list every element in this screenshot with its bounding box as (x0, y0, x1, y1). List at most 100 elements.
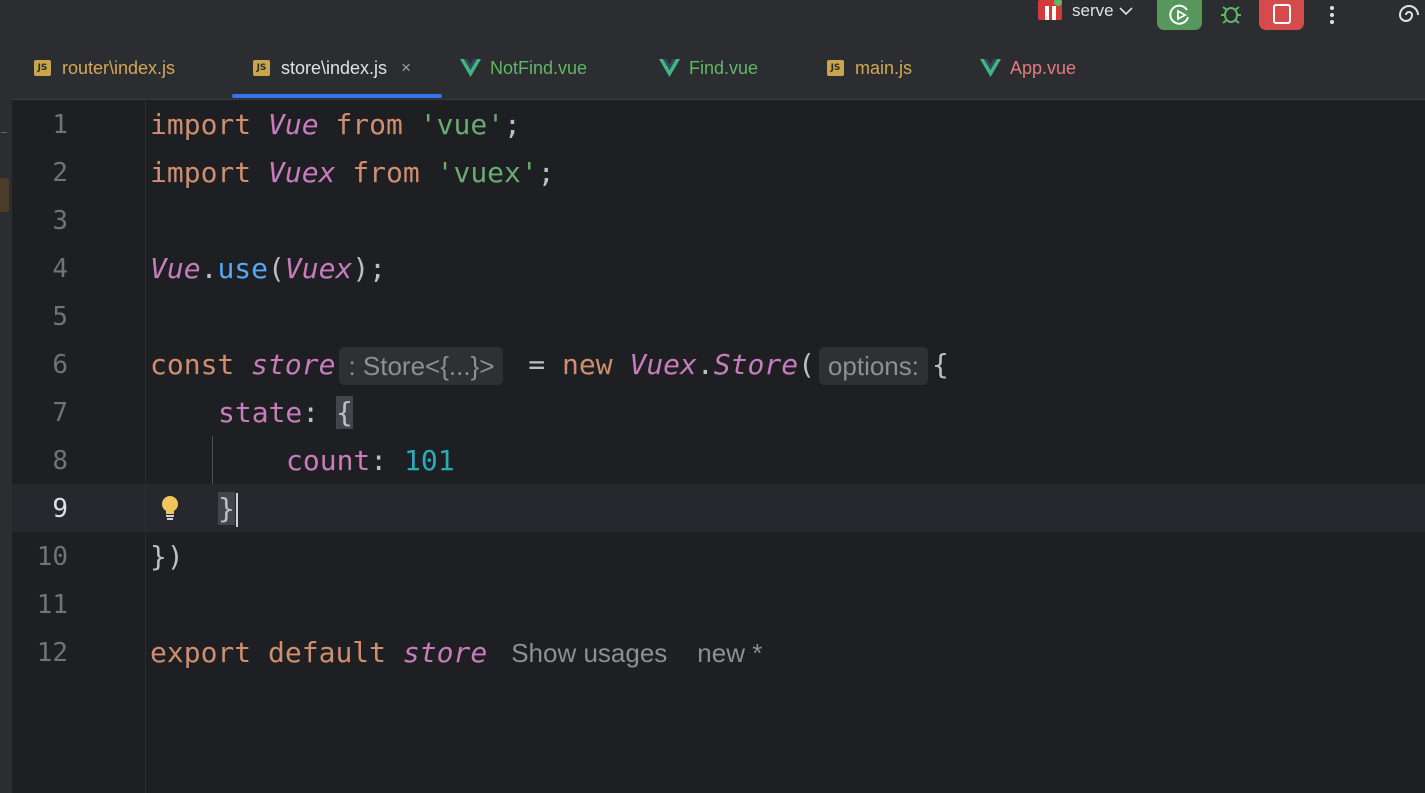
tab-label: main.js (855, 57, 913, 78)
line-number: 8 (52, 446, 68, 476)
spiral-icon (1398, 5, 1419, 22)
author-hint[interactable]: new * (697, 638, 762, 668)
editor-tab-bar: JS router\index.js JS store\index.js × N… (12, 36, 1425, 100)
rerun-icon (1168, 4, 1189, 25)
line-number: 1 (52, 110, 68, 140)
keyword: from (352, 156, 420, 189)
tab-router-index-js[interactable]: JS router\index.js (34, 36, 175, 100)
indent-guide (212, 436, 213, 484)
keyword: new (562, 348, 613, 381)
identifier: Vuex (284, 252, 353, 285)
npm-config-icon (1036, 0, 1062, 22)
identifier: Vue (150, 252, 201, 285)
js-file-icon: JS (253, 60, 270, 76)
identifier: store (402, 636, 488, 669)
code-line-1: import Vue from 'vue'; (150, 101, 521, 149)
tab-label: NotFind.vue (490, 57, 588, 78)
matched-brace: { (336, 396, 353, 429)
punctuation: . (696, 348, 714, 381)
tab-main-js[interactable]: JS main.js (827, 36, 912, 100)
js-file-icon: JS (34, 60, 51, 76)
punctuation: ; (537, 156, 555, 189)
method-call: use (217, 252, 269, 285)
line-number: 3 (52, 206, 68, 236)
tab-label: Find.vue (689, 57, 759, 78)
line-number: 4 (52, 254, 68, 284)
run-config-label: serve (1072, 1, 1114, 20)
punctuation: ; (504, 108, 521, 141)
more-vertical-icon (1330, 6, 1334, 24)
gutter-separator (145, 101, 146, 793)
tab-label: App.vue (1010, 57, 1077, 78)
punctuation: : (370, 444, 405, 477)
active-tab-indicator (232, 94, 442, 98)
property-name: count (286, 444, 371, 477)
keyword: export (150, 636, 252, 669)
punctuation: . (200, 252, 218, 285)
tab-label: router\index.js (62, 57, 176, 78)
stop-button[interactable] (1259, 0, 1304, 30)
ai-assistant-button[interactable] (1392, 0, 1425, 30)
chevron-down-icon (1119, 7, 1133, 16)
code-editor[interactable]: 1 2 3 4 5 6 7 8 9 10 11 12 import Vue fr… (12, 101, 1425, 793)
tab-notfind-vue[interactable]: NotFind.vue (460, 36, 587, 100)
class-name: Store (713, 348, 799, 381)
keyword: import (150, 108, 252, 141)
identifier: store (251, 348, 336, 381)
run-configuration-selector[interactable]: serve (1036, 0, 1134, 22)
run-button[interactable] (1157, 0, 1202, 30)
number-literal: 101 (404, 444, 455, 477)
code-line-4: Vue.use(Vuex); (150, 245, 386, 293)
bug-icon (1221, 6, 1241, 24)
punctuation: ( (798, 348, 815, 381)
code-line-2: import Vuex from 'vuex'; (150, 149, 555, 197)
text-caret (235, 493, 238, 527)
matched-brace: } (218, 492, 235, 525)
keyword: const (150, 348, 235, 381)
line-number: 12 (36, 638, 68, 668)
punctuation: ); (352, 252, 387, 285)
tab-store-index-js[interactable]: JS store\index.js × (253, 36, 411, 100)
punctuation: = (511, 348, 563, 381)
property-name: state (218, 396, 303, 429)
debug-button[interactable] (1213, 0, 1249, 30)
vue-file-icon (460, 59, 481, 77)
show-usages-hint[interactable]: Show usages (511, 638, 667, 668)
close-tab-icon[interactable]: × (401, 58, 411, 78)
keyword: default (268, 636, 387, 669)
punctuation: { (932, 348, 949, 381)
tab-app-vue[interactable]: App.vue (980, 36, 1076, 100)
line-number: 6 (52, 350, 68, 380)
line-number-current: 9 (52, 494, 68, 524)
identifier: Vuex (268, 156, 336, 189)
tab-find-vue[interactable]: Find.vue (659, 36, 758, 100)
gutter-change-marker (0, 178, 9, 212)
code-line-7: state: { (218, 389, 353, 437)
line-number: 2 (52, 158, 68, 188)
punctuation: ( (268, 252, 285, 285)
identifier: Vuex (629, 348, 697, 381)
code-line-12: export default store Show usages new * (150, 629, 762, 677)
line-number: 7 (52, 398, 68, 428)
more-actions-button[interactable] (1318, 0, 1346, 30)
stop-icon (1272, 4, 1291, 24)
line-number: 11 (36, 590, 68, 620)
keyword: from (335, 108, 403, 141)
vue-file-icon (980, 59, 1001, 77)
keyword: import (150, 156, 252, 189)
code-line-9: } (218, 485, 238, 533)
identifier: Vue (268, 108, 319, 141)
type-inlay-hint[interactable]: : Store<{...}> (339, 347, 504, 385)
tab-label: store\index.js (281, 57, 388, 78)
collapsed-panel-marker: _ (1, 119, 7, 133)
code-line-6: const store: Store<{...}> = new Vuex.Sto… (150, 341, 949, 389)
left-tool-strip: _ (0, 36, 12, 793)
parameter-inlay-hint[interactable]: options: (818, 347, 928, 385)
line-number: 10 (36, 542, 68, 572)
js-file-icon: JS (827, 60, 844, 76)
string-literal: 'vuex' (436, 156, 538, 189)
vue-file-icon (659, 59, 680, 77)
lightbulb-icon[interactable] (159, 494, 181, 522)
code-line-8: count: 101 (286, 437, 455, 485)
code-line-10: }) (150, 533, 184, 581)
